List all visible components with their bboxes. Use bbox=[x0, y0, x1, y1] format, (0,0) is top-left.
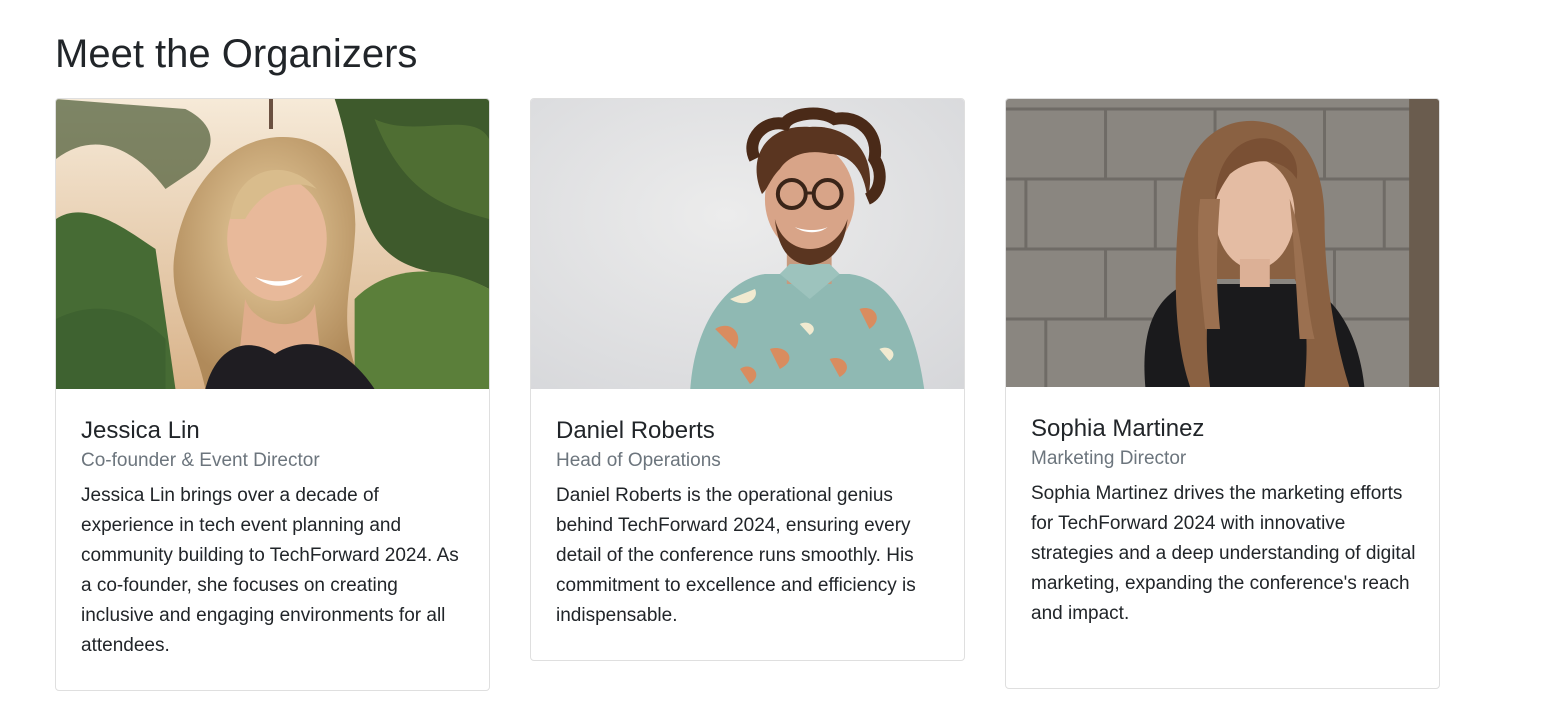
organizer-name: Jessica Lin bbox=[81, 417, 200, 444]
organizer-role: Co-founder & Event Director bbox=[81, 450, 320, 471]
section-title: Meet the Organizers bbox=[55, 32, 418, 76]
organizer-role: Head of Operations bbox=[556, 450, 721, 471]
organizer-bio: Sophia Martinez drives the marketing eff… bbox=[1031, 483, 1416, 624]
organizer-photo bbox=[56, 99, 489, 389]
organizer-role: Marketing Director bbox=[1031, 448, 1187, 469]
organizer-name: Daniel Roberts bbox=[556, 417, 715, 444]
organizer-card-daniel-roberts: Daniel Roberts Head of Operations Daniel… bbox=[530, 98, 965, 661]
organizer-photo bbox=[531, 99, 964, 389]
organizer-card-sophia-martinez: Sophia Martinez Marketing Director Sophi… bbox=[1005, 98, 1440, 689]
organizer-bio: Jessica Lin brings over a decade of expe… bbox=[81, 485, 459, 656]
organizer-bio: Daniel Roberts is the operational genius… bbox=[556, 485, 916, 626]
organizer-photo bbox=[1006, 99, 1439, 387]
organizer-card-jessica-lin: Jessica Lin Co-founder & Event Director … bbox=[55, 98, 490, 691]
organizer-name: Sophia Martinez bbox=[1031, 415, 1205, 442]
